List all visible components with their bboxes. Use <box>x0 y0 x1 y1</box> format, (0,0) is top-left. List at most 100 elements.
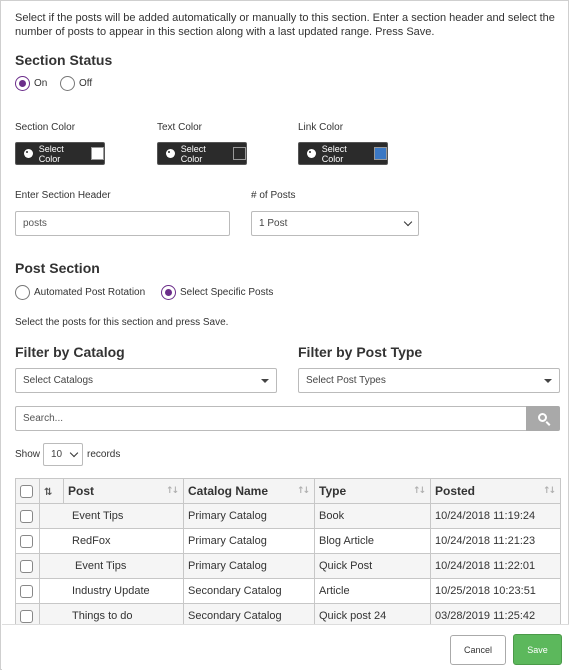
catalog-cell: Secondary Catalog <box>183 578 315 604</box>
section-color-button[interactable]: Select Color <box>15 142 105 165</box>
palette-icon <box>307 149 316 158</box>
section-settings-panel: Select if the posts will be added automa… <box>0 0 569 670</box>
link-color-button-label: Select Color <box>321 143 347 164</box>
section-header-input[interactable]: posts <box>15 211 230 236</box>
column-catalog-name-label: Catalog Name <box>188 484 269 498</box>
table-row[interactable]: Event Tips Primary Catalog Quick Post 10… <box>15 553 561 579</box>
search-input[interactable]: Search... <box>15 406 527 431</box>
palette-icon <box>24 149 33 158</box>
intro-text: Select if the posts will be added automa… <box>15 12 555 38</box>
column-post[interactable]: Post ↑↓ <box>63 478 184 504</box>
search-icon <box>537 413 547 422</box>
sort-icon: ↑↓ <box>412 486 426 496</box>
section-status-heading: Section Status <box>15 52 113 68</box>
status-off-radio[interactable]: Off <box>60 76 92 91</box>
column-catalog-name[interactable]: Catalog Name ↑↓ <box>183 478 315 504</box>
post-section-instruction: Select the posts for this section and pr… <box>15 317 229 328</box>
row-select-cell[interactable] <box>15 578 40 604</box>
specific-posts-radio[interactable]: Select Specific Posts <box>161 285 273 300</box>
catalog-cell: Primary Catalog <box>183 503 315 529</box>
num-posts-value: 1 Post <box>259 218 288 229</box>
sort-icon[interactable]: ⇅ <box>44 487 52 498</box>
row-checkbox[interactable] <box>20 534 33 548</box>
caret-down-icon <box>261 378 269 383</box>
row-select-cell[interactable] <box>15 528 40 554</box>
sort-icon: ↑↓ <box>165 486 179 496</box>
row-checkbox[interactable] <box>20 584 33 598</box>
type-cell: Quick Post <box>314 553 431 579</box>
table-row[interactable]: Industry Update Secondary Catalog Articl… <box>15 578 561 604</box>
section-color-button-label: Select Color <box>38 143 64 164</box>
table-header-row: ⇅ Post ↑↓ Catalog Name ↑↓ Type ↑↓ Posted ↑↓ <box>15 478 561 504</box>
link-color-swatch <box>374 147 387 160</box>
records-per-page-value: 10 <box>51 449 63 460</box>
catalog-select-placeholder: Select Catalogs <box>23 375 94 386</box>
post-cell: Event Tips <box>39 553 184 579</box>
section-color-swatch <box>91 147 104 160</box>
num-posts-select[interactable]: 1 Post <box>251 211 419 236</box>
column-posted[interactable]: Posted ↑↓ <box>430 478 561 504</box>
post-cell: Event Tips <box>39 503 184 529</box>
caret-down-icon <box>544 378 552 383</box>
radio-off-indicator[interactable] <box>60 76 75 91</box>
chevron-down-icon <box>69 448 79 458</box>
num-posts-label: # of Posts <box>251 190 296 201</box>
section-color-label: Section Color <box>15 122 76 133</box>
status-on-label: On <box>34 78 48 89</box>
post-cell: Industry Update <box>39 578 184 604</box>
sort-icon: ↑↓ <box>542 486 556 496</box>
filter-type-heading: Filter by Post Type <box>298 344 423 360</box>
row-checkbox[interactable] <box>20 559 33 573</box>
select-all-header[interactable] <box>15 478 40 504</box>
type-cell: Blog Article <box>314 528 431 554</box>
post-type-select[interactable]: Select Post Types <box>298 368 560 393</box>
posted-cell: 10/24/2018 11:19:24 <box>430 503 561 529</box>
records-per-page-select[interactable]: 10 <box>43 443 83 466</box>
row-select-cell[interactable] <box>15 553 40 579</box>
status-off-label: Off <box>79 78 93 89</box>
row-select-cell[interactable] <box>15 503 40 529</box>
records-label: records <box>87 449 121 460</box>
type-cell: Book <box>314 503 431 529</box>
radio-specific-indicator[interactable] <box>161 285 176 300</box>
automated-rotation-label: Automated Post Rotation <box>34 287 146 298</box>
column-post-label: Post <box>68 484 95 498</box>
sort-icon: ↑↓ <box>296 486 310 496</box>
status-on-radio[interactable]: On <box>15 76 47 91</box>
palette-icon <box>166 149 175 158</box>
catalog-cell: Primary Catalog <box>183 553 315 579</box>
row-checkbox[interactable] <box>20 509 33 523</box>
section-header-label: Enter Section Header <box>15 190 111 201</box>
sort-header[interactable]: ⇅ <box>39 478 64 504</box>
link-color-button[interactable]: Select Color <box>298 142 388 165</box>
post-cell: RedFox <box>39 528 184 554</box>
column-posted-label: Posted <box>435 484 476 498</box>
show-label: Show <box>15 449 41 460</box>
table-row[interactable]: RedFox Primary Catalog Blog Article 10/2… <box>15 528 561 554</box>
table-row[interactable]: Event Tips Primary Catalog Book 10/24/20… <box>15 503 561 529</box>
radio-on-indicator[interactable] <box>15 76 30 91</box>
type-cell: Article <box>314 578 431 604</box>
radio-auto-indicator[interactable] <box>15 285 30 300</box>
search-button[interactable] <box>526 406 560 431</box>
post-type-select-placeholder: Select Post Types <box>306 375 386 386</box>
posted-cell: 10/25/2018 10:23:51 <box>430 578 561 604</box>
link-color-label: Link Color <box>298 122 344 133</box>
filter-catalog-heading: Filter by Catalog <box>15 344 125 360</box>
posted-cell: 10/24/2018 11:22:01 <box>430 553 561 579</box>
column-type-label: Type <box>319 484 347 498</box>
catalog-cell: Primary Catalog <box>183 528 315 554</box>
row-checkbox[interactable] <box>20 609 33 623</box>
catalog-select[interactable]: Select Catalogs <box>15 368 277 393</box>
select-all-checkbox[interactable] <box>20 485 33 499</box>
text-color-button[interactable]: Select Color <box>157 142 247 165</box>
text-color-label: Text Color <box>157 122 203 133</box>
specific-posts-label: Select Specific Posts <box>180 287 274 298</box>
text-color-swatch <box>233 147 246 160</box>
save-button[interactable]: Save <box>513 634 562 665</box>
posts-table: ⇅ Post ↑↓ Catalog Name ↑↓ Type ↑↓ Posted ↑↓ … <box>15 478 561 629</box>
post-section-heading: Post Section <box>15 260 100 276</box>
automated-rotation-radio[interactable]: Automated Post Rotation <box>15 285 145 300</box>
column-type[interactable]: Type ↑↓ <box>314 478 431 504</box>
cancel-button[interactable]: Cancel <box>450 635 506 665</box>
